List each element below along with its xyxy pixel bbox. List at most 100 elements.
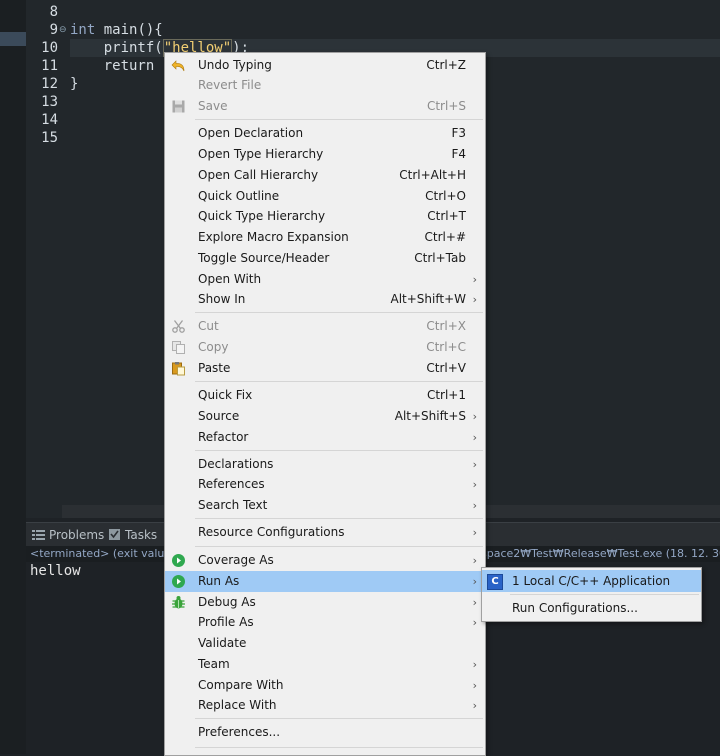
menu-item-references[interactable]: References › bbox=[165, 474, 485, 495]
menu-separator bbox=[195, 119, 483, 120]
menu-item-quick-outline[interactable]: Quick Outline Ctrl+O bbox=[165, 186, 485, 207]
menu-item-open-call-hierarchy[interactable]: Open Call Hierarchy Ctrl+Alt+H bbox=[165, 165, 485, 186]
menu-item-label: Quick Fix bbox=[198, 388, 253, 402]
menu-item-source[interactable]: Source Alt+Shift+S › bbox=[165, 406, 485, 427]
menu-item-shortcut: Ctrl+Alt+H bbox=[399, 168, 466, 182]
chevron-right-icon: › bbox=[472, 679, 477, 692]
menu-item-cut[interactable]: Cut Ctrl+X bbox=[165, 316, 485, 337]
line-number: 9 bbox=[49, 22, 58, 38]
menu-item-team[interactable]: Team › bbox=[165, 654, 485, 675]
submenu-item-1-local-c-c-application[interactable]: C 1 Local C/C++ Application bbox=[482, 570, 701, 592]
undo-icon bbox=[171, 58, 186, 73]
menu-separator bbox=[195, 747, 483, 748]
menu-item-resource-configurations[interactable]: Resource Configurations › bbox=[165, 522, 485, 543]
menu-item-label: Quick Type Hierarchy bbox=[198, 209, 326, 223]
menu-item-undo-typing[interactable]: Undo Typing Ctrl+Z bbox=[165, 55, 485, 76]
menu-item-label: Open Type Hierarchy bbox=[198, 147, 324, 161]
menu-item-compare-with[interactable]: Compare With › bbox=[165, 675, 485, 696]
menu-item-copy[interactable]: Copy Ctrl+C bbox=[165, 337, 485, 358]
line-number: 13 bbox=[41, 94, 58, 110]
menu-item-shortcut: Ctrl+S bbox=[426, 99, 466, 113]
chevron-right-icon: › bbox=[472, 554, 477, 567]
terminated-text: <terminated> (exit value: 0 bbox=[30, 547, 186, 560]
menu-item-declarations[interactable]: Declarations › bbox=[165, 454, 485, 475]
line-number: 12 bbox=[41, 76, 58, 92]
menu-item-shortcut: Ctrl+C bbox=[426, 340, 466, 354]
menu-item-coverage-as[interactable]: Coverage As › bbox=[165, 550, 485, 571]
menu-item-explore-macro-expansion[interactable]: Explore Macro Expansion Ctrl+# bbox=[165, 227, 485, 248]
menu-separator bbox=[195, 450, 483, 451]
tab-tasks[interactable]: Tasks bbox=[108, 527, 157, 543]
menu-item-shortcut: Ctrl+Z bbox=[426, 58, 466, 72]
menu-item-refactor[interactable]: Refactor › bbox=[165, 427, 485, 448]
line-number: 14 bbox=[41, 112, 58, 128]
menu-separator bbox=[510, 594, 699, 595]
menu-item-open-declaration[interactable]: Open Declaration F3 bbox=[165, 123, 485, 144]
chevron-right-icon: › bbox=[472, 478, 477, 491]
menu-item-validate[interactable]: Validate bbox=[165, 633, 485, 654]
menu-item-debug-as[interactable]: Debug As › bbox=[165, 592, 485, 613]
menu-item-revert-file[interactable]: Revert File bbox=[165, 75, 485, 96]
menu-item-label: Copy bbox=[198, 340, 229, 354]
menu-item-open-type-hierarchy[interactable]: Open Type Hierarchy F4 bbox=[165, 144, 485, 165]
current-line-marker bbox=[0, 32, 26, 46]
menu-separator bbox=[195, 312, 483, 313]
chevron-right-icon: › bbox=[472, 273, 477, 286]
chevron-right-icon: › bbox=[472, 293, 477, 306]
menu-item-label: Open With bbox=[198, 272, 262, 286]
menu-item-label: Run As bbox=[198, 574, 240, 588]
menu-item-label: Compare With bbox=[198, 678, 284, 692]
menu-item-label: Save bbox=[198, 99, 228, 113]
menu-item-open-with[interactable]: Open With › bbox=[165, 269, 485, 290]
line-number: 10 bbox=[41, 40, 58, 56]
run-as-submenu: C 1 Local C/C++ Application Run Configurat… bbox=[481, 567, 702, 622]
executable-path: space2₩Test₩Release₩Test.exe (18. 12. 30… bbox=[481, 547, 720, 560]
menu-item-label: Source bbox=[198, 409, 240, 423]
save-icon bbox=[171, 99, 186, 114]
submenu-item-label: Run Configurations... bbox=[512, 601, 638, 615]
menu-item-label: Explore Macro Expansion bbox=[198, 230, 349, 244]
line-number-gutter: 8 9 10 11 12 13 14 15 bbox=[26, 0, 62, 505]
menu-item-shortcut: Ctrl+V bbox=[426, 361, 466, 375]
menu-item-search-text[interactable]: Search Text › bbox=[165, 495, 485, 516]
menu-item-shortcut: Ctrl+# bbox=[424, 230, 466, 244]
menu-item-profile-as[interactable]: Profile As › bbox=[165, 612, 485, 633]
menu-item-label: Search Text bbox=[198, 498, 268, 512]
menu-item-label: Coverage As bbox=[198, 553, 274, 567]
tab-problems[interactable]: Problems bbox=[32, 527, 104, 543]
menu-item-label: Profile As bbox=[198, 615, 254, 629]
menu-item-label: Validate bbox=[198, 636, 247, 650]
menu-item-label: Cut bbox=[198, 319, 219, 333]
menu-item-toggle-source-header[interactable]: Toggle Source/Header Ctrl+Tab bbox=[165, 248, 485, 269]
menu-item-label: Toggle Source/Header bbox=[198, 251, 330, 265]
cut-icon bbox=[171, 319, 186, 334]
chevron-right-icon: › bbox=[472, 499, 477, 512]
problems-icon bbox=[32, 530, 45, 540]
menu-item-label: Declarations bbox=[198, 457, 274, 471]
menu-item-label: Undo Typing bbox=[198, 58, 272, 72]
menu-item-save[interactable]: Save Ctrl+S bbox=[165, 96, 485, 117]
copy-icon bbox=[171, 340, 186, 355]
chevron-right-icon: › bbox=[472, 699, 477, 712]
tab-label: Problems bbox=[49, 528, 105, 542]
menu-item-label: Show In bbox=[198, 292, 246, 306]
menu-item-label: Resource Configurations bbox=[198, 525, 345, 539]
line-number: 8 bbox=[49, 4, 58, 20]
menu-separator bbox=[195, 518, 483, 519]
menu-item-paste[interactable]: Paste Ctrl+V bbox=[165, 358, 485, 379]
menu-item-label: Team bbox=[198, 657, 230, 671]
menu-item-preferences[interactable]: Preferences... bbox=[165, 722, 485, 743]
chevron-right-icon: › bbox=[472, 616, 477, 629]
submenu-item-run-configurations[interactable]: Run Configurations... bbox=[482, 597, 701, 619]
menu-item-replace-with[interactable]: Replace With › bbox=[165, 695, 485, 716]
menu-item-shortcut: Ctrl+T bbox=[427, 209, 466, 223]
menu-separator bbox=[195, 546, 483, 547]
menu-item-quick-type-hierarchy[interactable]: Quick Type Hierarchy Ctrl+T bbox=[165, 206, 485, 227]
chevron-right-icon: › bbox=[472, 526, 477, 539]
menu-item-quick-fix[interactable]: Quick Fix Ctrl+1 bbox=[165, 385, 485, 406]
menu-item-run-as[interactable]: Run As › bbox=[165, 571, 485, 592]
code-line: int main(){ bbox=[70, 21, 720, 39]
menu-item-show-in[interactable]: Show In Alt+Shift+W › bbox=[165, 289, 485, 310]
menu-item-label: Refactor bbox=[198, 430, 249, 444]
code-text: main(){ bbox=[95, 22, 163, 38]
